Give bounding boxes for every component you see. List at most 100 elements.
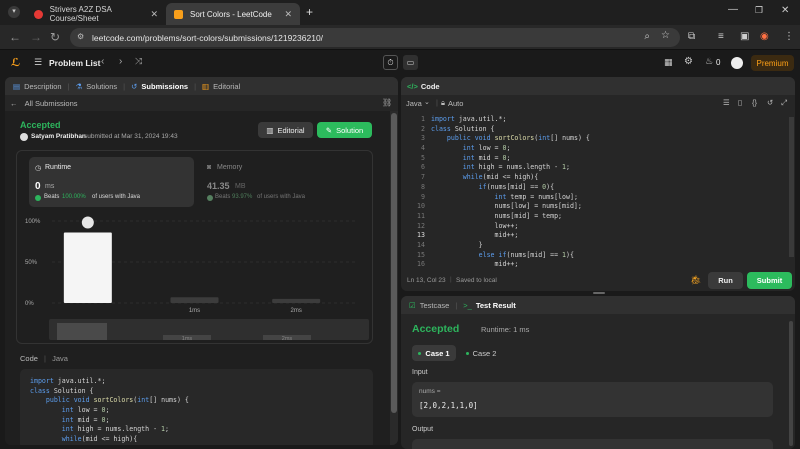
beats-icon	[207, 195, 213, 201]
premium-button[interactable]: Premium	[751, 55, 794, 71]
forward-arrow-icon[interactable]: →	[30, 30, 42, 44]
close-tab-icon[interactable]: ✕	[150, 9, 158, 20]
browser-tab-striver[interactable]: Strivers A2Z DSA Course/Sheet ✕	[26, 3, 166, 25]
bookmark-icon[interactable]: ▯	[738, 98, 742, 107]
input-label: Input	[412, 369, 428, 376]
editor-code-line: int temp = nums[low];	[494, 192, 578, 201]
new-tab-button[interactable]: +	[306, 5, 313, 19]
line-numbers: 1 2 3 4 5 6 7 8 9 10 11 12 13 14 15 16	[401, 115, 425, 270]
testcase-icon: ☑	[409, 300, 416, 310]
runtime-distribution-chart: 100% 50% 0% 1ms 2ms 1ms 2ms	[25, 216, 369, 342]
tab-testcase[interactable]: Testcase	[420, 301, 450, 310]
profile-avatar[interactable]: ◉	[760, 31, 769, 42]
pass-dot-icon	[418, 351, 422, 355]
editorial-button[interactable]: ▥ Editorial	[258, 122, 313, 138]
fullscreen-icon[interactable]: ⤢	[781, 98, 787, 108]
memory-card[interactable]: ◙ Memory 41.35 MB Beats 93.97% of users …	[203, 157, 368, 207]
side-panel-icon[interactable]: ▣	[740, 31, 749, 42]
author-name[interactable]: Satyam Pratibhan	[31, 133, 86, 140]
editor-code-line: nums[low] = nums[mid];	[431, 202, 582, 211]
braces-icon[interactable]: {}	[752, 98, 757, 107]
input-variable: nums =	[419, 388, 441, 395]
memory-beats-prefix: Beats	[215, 194, 231, 200]
tab-test-result[interactable]: Test Result	[476, 301, 516, 310]
runtime-card[interactable]: ◷ Runtime 0 ms Beats 100.00% of users wi…	[29, 157, 194, 207]
line-number: 1	[421, 115, 425, 123]
your-submission-avatar	[81, 216, 94, 229]
runtime-beats-prefix: Beats	[44, 194, 60, 200]
address-bar[interactable]: ⚙ leetcode.com/problems/sort-colors/subm…	[70, 28, 680, 47]
notes-icon[interactable]: ▭	[403, 55, 418, 70]
left-scrollbar-thumb[interactable]	[391, 113, 397, 413]
minimize-icon[interactable]: —	[728, 4, 738, 15]
browser-tab-bar: ▾ Strivers A2Z DSA Course/Sheet ✕ Sort C…	[0, 0, 800, 25]
cursor-position: Ln 13, Col 23	[407, 277, 446, 284]
browser-tab-leetcode[interactable]: Sort Colors - LeetCode ✕	[166, 3, 300, 25]
navigator-label: 1ms	[182, 336, 193, 342]
case-1-tab[interactable]: Case 1	[412, 345, 456, 361]
left-scrollbar[interactable]	[390, 111, 398, 445]
problem-list-link[interactable]: Problem List	[49, 58, 100, 68]
debug-icon[interactable]: 🐞︎	[690, 275, 701, 286]
reset-icon[interactable]: ↺	[767, 98, 773, 107]
editor-scrollbar[interactable]	[789, 117, 794, 257]
user-avatar[interactable]	[731, 57, 743, 69]
zoom-icon[interactable]: ⌕	[644, 31, 650, 42]
editor-code-line: nums[mid] = temp;	[431, 211, 563, 220]
all-submissions-label: All Submissions	[24, 99, 78, 108]
output-label: Output	[412, 426, 434, 433]
bookmark-star-icon[interactable]: ☆	[661, 30, 670, 41]
y-tick-label: 50%	[25, 260, 38, 266]
format-icon[interactable]: ☰	[723, 98, 730, 107]
saved-status: Saved to local	[456, 277, 497, 284]
restore-icon[interactable]: ❐	[755, 5, 763, 16]
book-icon: ▥	[266, 125, 274, 135]
tab-title: Strivers A2Z DSA Course/Sheet	[49, 5, 112, 23]
streak-fire-icon[interactable]: ♨	[705, 56, 713, 67]
share-link-icon[interactable]: ⛓	[382, 98, 392, 107]
panel-resize-handle[interactable]	[593, 292, 605, 294]
site-info-icon[interactable]: ⚙	[77, 32, 84, 41]
next-problem-icon[interactable]: ›	[119, 56, 122, 67]
result-scrollbar[interactable]	[789, 321, 793, 446]
line-number: 9	[421, 192, 425, 201]
tab-search-icon[interactable]: ▾	[8, 6, 20, 18]
edit-icon: ✎	[325, 125, 333, 135]
close-window-icon[interactable]: ✕	[781, 5, 789, 16]
submission-code-line: while(mid <= high){	[61, 435, 138, 444]
shuffle-icon[interactable]: ⤨	[135, 56, 142, 67]
tab-solutions[interactable]: Solutions	[86, 82, 117, 91]
result-runtime: Runtime: 1 ms	[481, 325, 530, 334]
runtime-bar	[272, 298, 321, 303]
back-to-submissions[interactable]: ← All Submissions	[10, 99, 78, 108]
leetcode-logo-icon[interactable]: ℒ	[11, 56, 22, 69]
input-box[interactable]: nums = [2,0,2,1,1,0]	[412, 382, 773, 417]
media-icon[interactable]: ≡	[718, 31, 724, 42]
tab-editorial[interactable]: Editorial	[213, 82, 240, 91]
language-select[interactable]: Java	[406, 99, 422, 108]
line-number: 14	[417, 240, 425, 249]
run-button[interactable]: Run	[708, 272, 743, 289]
extension-icon[interactable]: ⧉	[688, 31, 695, 42]
prev-problem-icon[interactable]: ‹	[101, 56, 104, 67]
timer-icon[interactable]: ⏱	[383, 55, 398, 70]
browser-menu-icon[interactable]: ⋮	[784, 31, 794, 42]
case-2-tab[interactable]: Case 2	[462, 345, 500, 361]
solution-button[interactable]: ✎ Solution	[317, 122, 372, 138]
submit-button[interactable]: Submit	[747, 272, 792, 289]
memory-beats-pct: 93.97%	[232, 194, 253, 200]
auto-mode[interactable]: Auto	[448, 99, 463, 108]
line-number: 12	[417, 221, 425, 230]
runtime-label: Runtime	[45, 164, 72, 171]
layout-icon[interactable]: ▦	[664, 57, 673, 68]
output-box[interactable]	[412, 439, 773, 449]
tab-description[interactable]: Description	[24, 82, 62, 91]
settings-gear-icon[interactable]: ⚙	[684, 56, 693, 67]
code-editor[interactable]: import java.util.*; class Solution { publ…	[431, 115, 786, 270]
tab-submissions[interactable]: Submissions	[141, 82, 188, 91]
close-tab-icon[interactable]: ✕	[284, 9, 292, 20]
memory-beats-suffix: of users with Java	[257, 194, 306, 200]
reload-icon[interactable]: ↻	[50, 30, 60, 44]
back-arrow-icon[interactable]: ←	[9, 30, 21, 44]
submission-code-line: int low = 0;	[61, 406, 110, 415]
